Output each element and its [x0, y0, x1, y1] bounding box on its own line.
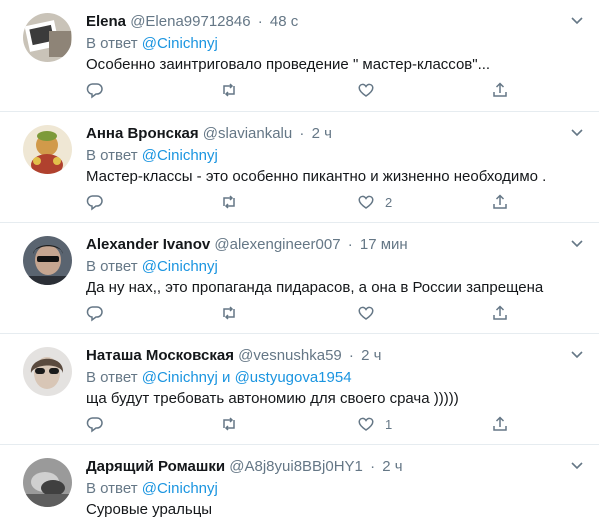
retweet-button[interactable] — [220, 192, 238, 212]
more-options-icon[interactable] — [569, 235, 585, 251]
author-name[interactable]: Наташа Московская — [86, 347, 234, 364]
mention-link[interactable]: @Cinichnyj — [142, 258, 218, 275]
reply-icon — [86, 83, 103, 99]
more-options-icon[interactable] — [569, 12, 585, 28]
more-options-icon[interactable] — [569, 124, 585, 140]
separator-dot: · — [347, 236, 353, 253]
avatar[interactable] — [23, 13, 72, 62]
reply-context: В ответ @Cinichnyj — [86, 146, 218, 166]
share-icon — [493, 82, 507, 97]
timestamp[interactable]: 2 ч — [312, 125, 332, 142]
more-options-icon[interactable] — [569, 457, 585, 473]
retweet-icon — [223, 306, 235, 320]
like-button[interactable]: 2 — [357, 192, 392, 212]
reply-prefix: В ответ — [86, 369, 138, 386]
like-count: 1 — [385, 416, 393, 432]
heart-icon — [358, 306, 374, 320]
timestamp[interactable]: 2 ч — [361, 347, 381, 364]
reply-context: В ответ @Cinichnyj — [86, 257, 218, 277]
author-name[interactable]: Elena — [86, 13, 126, 30]
tweet-text: ща будут требовать автономию для своего … — [86, 390, 459, 407]
reply-context: В ответ @Cinichnyj и @ustyugova1954 — [86, 368, 352, 388]
share-icon — [493, 194, 507, 209]
tweet-text: Особенно заинтриговало проведение " маст… — [86, 56, 491, 73]
action-bar — [86, 80, 516, 100]
avatar[interactable] — [23, 347, 72, 396]
share-button[interactable] — [491, 192, 509, 212]
author-handle[interactable]: @A8j8yui8BBj0HY1 — [229, 458, 363, 475]
like-count: 2 — [385, 194, 393, 210]
retweet-icon — [223, 417, 235, 431]
reply-button[interactable] — [86, 80, 104, 100]
tweet[interactable]: Alexander Ivanov @alexengineer007 · 17 м… — [0, 223, 599, 334]
reply-icon — [86, 306, 103, 322]
author-handle[interactable]: @slaviankalu — [203, 125, 292, 142]
action-bar: 2 — [86, 192, 516, 212]
reply-prefix: В ответ — [86, 258, 138, 275]
like-button[interactable]: 1 — [357, 414, 392, 434]
reply-icon — [86, 195, 103, 211]
mention-link[interactable]: @Cinichnyj — [142, 480, 218, 497]
share-button[interactable] — [491, 414, 509, 434]
reply-context: В ответ @Cinichnyj — [86, 479, 218, 499]
reply-prefix: В ответ — [86, 480, 138, 497]
reply-prefix: В ответ — [86, 147, 138, 164]
reply-icon — [86, 417, 103, 433]
like-button[interactable] — [357, 80, 385, 100]
timestamp[interactable]: 48 с — [270, 13, 298, 30]
tweet-text: Да ну нах,, это пропаганда пидарасов, а … — [86, 279, 544, 296]
separator-dot: · — [370, 458, 376, 475]
author-name[interactable]: Дарящий Ромашки — [86, 458, 225, 475]
heart-icon — [358, 417, 374, 431]
mention-link[interactable]: @Cinichnyj — [142, 369, 218, 386]
heart-icon — [358, 83, 374, 97]
author-handle[interactable]: @vesnushka59 — [238, 347, 342, 364]
author-name[interactable]: Alexander Ivanov — [86, 236, 210, 253]
share-icon — [493, 416, 507, 431]
share-icon — [493, 305, 507, 320]
avatar[interactable] — [23, 125, 72, 174]
timestamp[interactable]: 17 мин — [360, 236, 408, 253]
retweet-button[interactable] — [220, 80, 238, 100]
author-name[interactable]: Анна Вронская — [86, 125, 199, 142]
action-bar — [86, 303, 516, 323]
tweet[interactable]: Elena @Elena99712846 · 48 с В ответ @Cin… — [0, 0, 599, 112]
retweet-icon — [223, 83, 235, 97]
more-options-icon[interactable] — [569, 346, 585, 362]
reply-feed: Elena @Elena99712846 · 48 с В ответ @Cin… — [0, 0, 599, 523]
author-handle[interactable]: @alexengineer007 — [214, 236, 340, 253]
avatar[interactable] — [23, 236, 72, 285]
heart-icon — [358, 195, 374, 209]
timestamp[interactable]: 2 ч — [382, 458, 402, 475]
reply-button[interactable] — [86, 414, 104, 434]
tweet[interactable]: Анна Вронская @slaviankalu · 2 ч В ответ… — [0, 112, 599, 223]
share-button[interactable] — [491, 80, 509, 100]
action-bar: 1 — [86, 414, 516, 434]
like-button[interactable] — [357, 303, 385, 323]
avatar[interactable] — [23, 458, 72, 507]
tweet[interactable]: Дарящий Ромашки @A8j8yui8BBj0HY1 · 2 ч В… — [0, 445, 599, 523]
tweet-text: Суровые уральцы — [86, 501, 213, 518]
mention-joiner: и — [222, 369, 231, 386]
retweet-button[interactable] — [220, 414, 238, 434]
share-button[interactable] — [491, 303, 509, 323]
separator-dot: · — [257, 13, 263, 30]
mention-link[interactable]: @ustyugova1954 — [235, 369, 352, 386]
separator-dot: · — [299, 125, 305, 142]
reply-context: В ответ @Cinichnyj — [86, 34, 218, 54]
retweet-button[interactable] — [220, 303, 238, 323]
mention-link[interactable]: @Cinichnyj — [142, 147, 218, 164]
mention-link[interactable]: @Cinichnyj — [142, 35, 218, 52]
author-handle[interactable]: @Elena99712846 — [130, 13, 250, 30]
reply-prefix: В ответ — [86, 35, 138, 52]
retweet-icon — [223, 195, 235, 209]
tweet[interactable]: Наташа Московская @vesnushka59 · 2 ч В о… — [0, 334, 599, 445]
reply-button[interactable] — [86, 192, 104, 212]
separator-dot: · — [348, 347, 354, 364]
tweet-text: Мастер-классы - это особенно пикантно и … — [86, 168, 547, 185]
reply-button[interactable] — [86, 303, 104, 323]
